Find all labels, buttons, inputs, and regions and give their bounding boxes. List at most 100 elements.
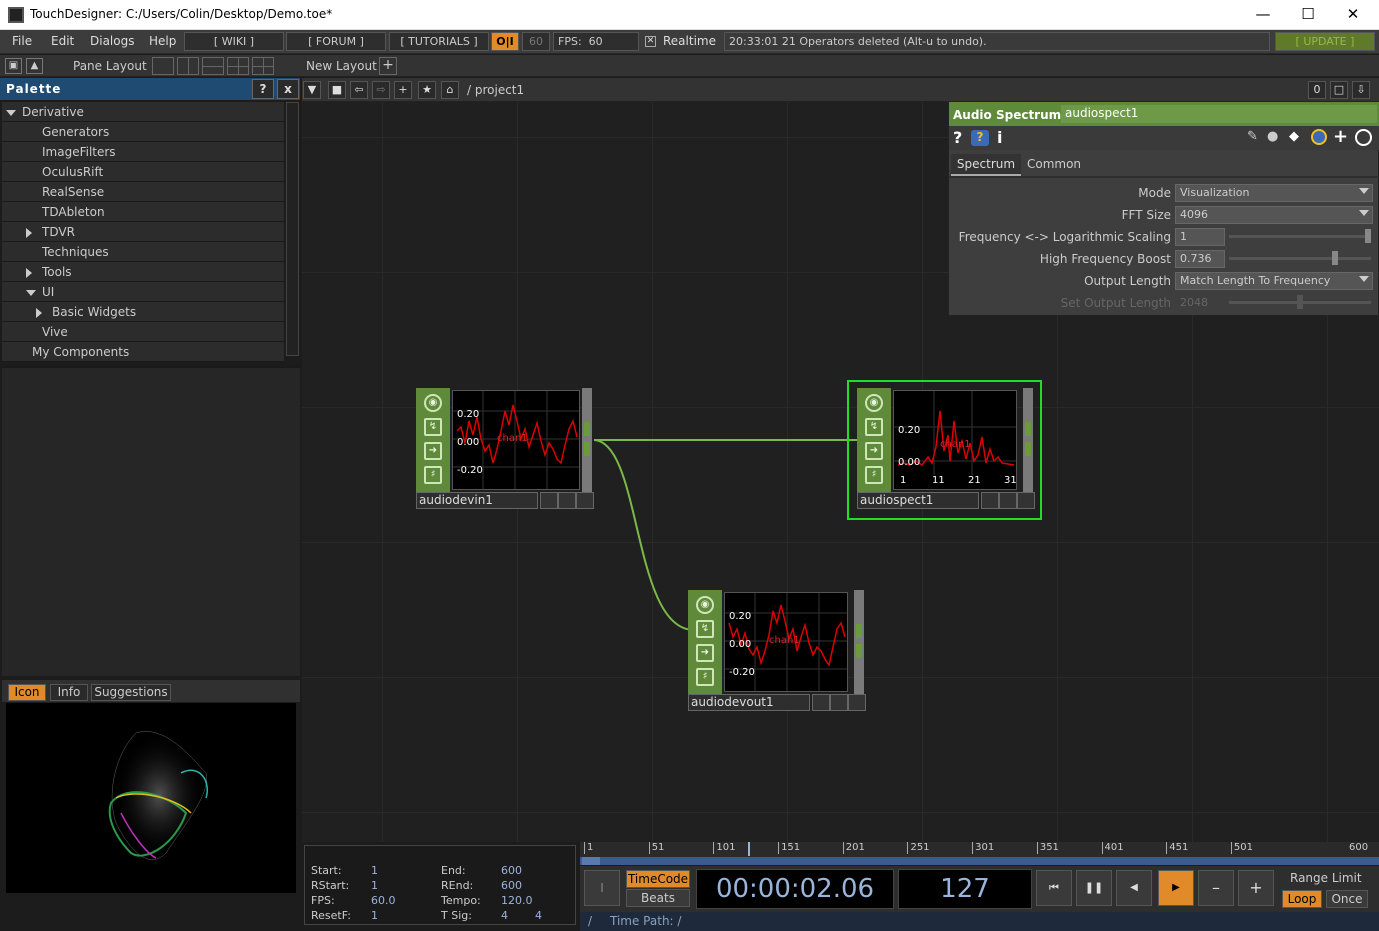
maximize-icon[interactable]: ☐	[1285, 0, 1331, 30]
collapse-icon[interactable]	[6, 102, 16, 122]
rstart-value[interactable]: 1	[371, 879, 378, 892]
network-menu-icon[interactable]: ▼	[303, 81, 321, 99]
cook-icon[interactable]: ↯	[424, 418, 442, 436]
palette-item[interactable]: Generators	[2, 122, 284, 142]
palette-item[interactable]: TDAbleton	[2, 202, 284, 222]
layout-single-icon[interactable]	[152, 57, 174, 75]
comment-icon[interactable]: ●	[1267, 129, 1278, 144]
parameter-menu[interactable]: 4096	[1175, 206, 1373, 224]
node-flag-2[interactable]	[999, 492, 1017, 509]
palette-item[interactable]: RealSense	[2, 182, 284, 202]
add-layout-icon[interactable]: +	[379, 57, 397, 75]
step-back-icon[interactable]: ◀	[1116, 870, 1152, 906]
wiki-button[interactable]: [ WIKI ]	[184, 32, 284, 51]
tempo-value[interactable]: 120.0	[501, 894, 533, 907]
expand-icon[interactable]	[36, 302, 42, 322]
update-button[interactable]: [ UPDATE ]	[1275, 32, 1375, 51]
increment-icon[interactable]: +	[1238, 870, 1274, 906]
tab-suggestions[interactable]: Suggestions	[91, 684, 171, 701]
palette-close-button[interactable]: x	[277, 79, 299, 99]
menu-dialogs[interactable]: Dialogs	[90, 34, 134, 48]
python-help-icon[interactable]: ?	[971, 130, 989, 146]
node-name[interactable]: audiospect1	[857, 492, 979, 509]
lock-icon[interactable]: ♯	[424, 466, 442, 484]
node-flag-3[interactable]	[576, 492, 594, 509]
palette-item[interactable]: Derivative	[2, 102, 284, 122]
ship-icon[interactable]: ▲	[26, 58, 43, 74]
node-output-connector[interactable]	[854, 590, 864, 694]
rend-value[interactable]: 600	[501, 879, 522, 892]
node-flag-2[interactable]	[830, 694, 848, 711]
cook-icon[interactable]: ↯	[865, 418, 883, 436]
export-icon[interactable]: ➜	[865, 442, 883, 460]
menu-edit[interactable]: Edit	[51, 34, 74, 48]
decrement-icon[interactable]: –	[1198, 870, 1234, 906]
expand-icon[interactable]	[26, 222, 32, 242]
tab-icon[interactable]: Icon	[8, 684, 46, 701]
home-icon[interactable]: ⌂	[441, 81, 459, 99]
end-value[interactable]: 600	[501, 864, 522, 877]
palette-help-button[interactable]: ?	[252, 79, 274, 99]
stop-icon[interactable]: ■	[328, 81, 346, 99]
back-icon[interactable]: ⇦	[350, 81, 368, 99]
loop-toggle[interactable]: Loop	[1282, 890, 1322, 908]
cursor-button[interactable]: I	[584, 870, 620, 906]
tab-spectrum[interactable]: Spectrum	[951, 154, 1021, 176]
palette-item[interactable]: My Components	[2, 342, 284, 362]
parameter-menu[interactable]: Match Length To Frequency	[1175, 272, 1373, 290]
viewer-active-icon[interactable]: ◉	[424, 394, 442, 412]
parameter-value-field[interactable]: 0.736	[1175, 250, 1225, 268]
node-flag-3[interactable]	[848, 694, 866, 711]
node-name[interactable]: audiodevout1	[688, 694, 810, 711]
node-flag-1[interactable]	[812, 694, 830, 711]
cook-icon[interactable]: ↯	[696, 620, 714, 638]
python-icon[interactable]	[1311, 129, 1327, 145]
layout-split-h-icon[interactable]	[202, 57, 224, 75]
forum-button[interactable]: [ FORUM ]	[286, 32, 386, 51]
viewer-active-icon[interactable]: ◉	[865, 394, 883, 412]
tutorials-button[interactable]: [ TUTORIALS ]	[389, 32, 489, 51]
tab-common[interactable]: Common	[1023, 154, 1085, 176]
bookmark-star-icon[interactable]: ★	[418, 81, 436, 99]
palette-item[interactable]: TDVR	[2, 222, 284, 242]
layout-split-v-icon[interactable]	[177, 57, 199, 75]
parameter-slider[interactable]	[1229, 235, 1371, 238]
dropdown-arrow-icon[interactable]	[1359, 188, 1369, 194]
node-flag-1[interactable]	[540, 492, 558, 509]
slider-handle[interactable]	[1365, 229, 1371, 243]
node-name[interactable]: audiodevin1	[416, 492, 538, 509]
timecode-toggle[interactable]: TimeCode	[626, 870, 690, 888]
dropdown-arrow-icon[interactable]	[1359, 276, 1369, 282]
palette-item[interactable]: Basic Widgets	[2, 302, 284, 322]
parameter-value-field[interactable]: 1	[1175, 228, 1225, 246]
node-output-connector[interactable]	[1023, 388, 1033, 492]
beats-toggle[interactable]: Beats	[626, 889, 690, 907]
info-icon[interactable]: i	[997, 128, 1002, 147]
resetf-value[interactable]: 1	[371, 909, 378, 922]
window-view-icon[interactable]: □	[1330, 81, 1348, 99]
clone-icon[interactable]: ◆	[1289, 129, 1299, 144]
export-icon[interactable]: ➜	[424, 442, 442, 460]
slider-handle[interactable]	[1332, 251, 1338, 265]
frame-display[interactable]: 127	[898, 869, 1032, 909]
menu-file[interactable]: File	[12, 34, 32, 48]
palette-item[interactable]: UI	[2, 282, 284, 302]
lock-icon[interactable]: ♯	[696, 668, 714, 686]
lock-icon[interactable]: ♯	[865, 466, 883, 484]
perform-toggle-button[interactable]: O|I	[491, 32, 519, 51]
layout-quad-icon[interactable]	[227, 57, 249, 75]
expand-icon[interactable]	[26, 262, 32, 282]
menu-help[interactable]: Help	[149, 34, 176, 48]
playhead[interactable]	[748, 842, 750, 856]
help-icon[interactable]: ?	[953, 128, 962, 147]
palette-item[interactable]: Vive	[2, 322, 284, 342]
play-icon[interactable]: ▶	[1158, 870, 1194, 906]
viewer-active-icon[interactable]: ◉	[696, 596, 714, 614]
parameter-menu[interactable]: Visualization	[1175, 184, 1373, 202]
palette-item[interactable]: Techniques	[2, 242, 284, 262]
fps-cap-field[interactable]: 60	[522, 32, 550, 51]
start-value[interactable]: 1	[371, 864, 378, 877]
timecode-display[interactable]: 00:00:02.06	[696, 869, 894, 909]
palette-item[interactable]: OculusRift	[2, 162, 284, 182]
image-icon[interactable]: ▣	[5, 58, 22, 74]
